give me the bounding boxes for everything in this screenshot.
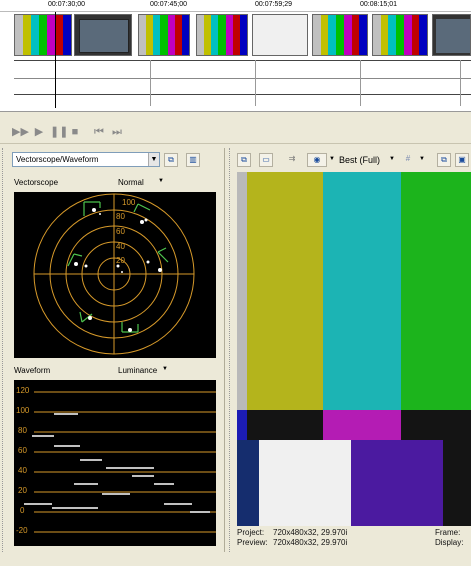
bar-purple [351, 440, 443, 526]
video-clip[interactable] [138, 14, 190, 56]
cursor-line[interactable] [55, 12, 56, 108]
preview-label: Preview: [237, 538, 268, 547]
panel-grip[interactable] [229, 148, 233, 552]
bar-black [401, 410, 471, 440]
marker-line [150, 60, 151, 106]
bar-yellow [247, 172, 323, 410]
bar-black [443, 440, 471, 526]
chevron-down-icon[interactable]: ▼ [158, 178, 164, 184]
bar-navy [237, 440, 259, 526]
waveform-scale-label: 0 [20, 506, 25, 515]
video-clip[interactable] [252, 14, 308, 56]
waveform-scale-label: 100 [16, 406, 30, 415]
ruler-time-label: 00:08:15;01 [360, 1, 397, 8]
chevron-down-icon[interactable]: ▼ [389, 156, 395, 162]
copy-snapshot-icon[interactable]: ⧉ [437, 153, 451, 167]
marker-line [360, 60, 361, 106]
preview-quality[interactable]: Best (Full) [339, 155, 380, 165]
pause-icon[interactable]: ❚❚ [50, 126, 68, 139]
vectorscope-graph [33, 193, 195, 355]
settings-icon[interactable]: ⧉ [164, 153, 178, 167]
waveform-scale-label: 60 [18, 446, 27, 455]
chevron-down-icon[interactable]: ▼ [329, 156, 335, 162]
bar-gray [237, 172, 247, 410]
vectorscope-scale-label: 80 [116, 212, 125, 221]
bar-white [259, 440, 351, 526]
play-from-start-icon[interactable]: ▶▶ [12, 126, 29, 139]
waveform-graph [24, 391, 216, 533]
save-snapshot-icon[interactable]: ▣ [455, 153, 469, 167]
split-screen-icon[interactable]: ⇉ [285, 153, 299, 167]
go-to-start-icon[interactable]: ⏮ [92, 126, 106, 139]
stop-icon[interactable]: ■ [68, 126, 82, 139]
monitor-icon[interactable]: ▭ [259, 153, 273, 167]
chevron-down-icon[interactable]: ▼ [148, 153, 159, 166]
video-clip[interactable] [372, 14, 428, 56]
track-divider [14, 94, 471, 95]
chevron-down-icon[interactable]: ▼ [162, 366, 168, 372]
vectorscope-scale-label: 40 [116, 242, 125, 251]
scope-type-value: Vectorscope/Waveform [16, 155, 99, 164]
ruler-time-label: 00:07:30;00 [48, 1, 85, 8]
overlays-icon[interactable]: ◉ [307, 153, 327, 167]
video-clip[interactable] [432, 14, 471, 56]
waveform-scale-label: -20 [16, 526, 28, 535]
grid-icon[interactable]: # [401, 153, 415, 167]
video-clip[interactable] [312, 14, 368, 56]
go-to-end-icon[interactable]: ⏭ [110, 126, 124, 139]
scope-type-select[interactable]: Vectorscope/Waveform ▼ [12, 152, 160, 167]
waveform-scale-label: 80 [18, 426, 27, 435]
vectorscope-display: 100 80 60 40 20 [14, 192, 216, 358]
chevron-down-icon[interactable]: ▼ [419, 156, 425, 162]
frame-label: Frame: [435, 528, 461, 537]
bar-black [247, 410, 323, 440]
bar-magenta [323, 410, 401, 440]
waveform-scale-label: 40 [18, 466, 27, 475]
vectorscope-scale-label: 20 [116, 256, 125, 265]
vectorscope-scale-label: 60 [116, 227, 125, 236]
bar-blue-small [237, 410, 247, 440]
project-value: 720x480x32, 29.970i [273, 528, 348, 537]
video-clip[interactable] [14, 14, 72, 56]
preview-value: 720x480x32, 29.970i [273, 538, 348, 547]
track-divider [14, 60, 471, 61]
waveform-scale-label: 20 [18, 486, 27, 495]
bar-cyan [323, 172, 401, 410]
play-icon[interactable]: ▶ [32, 126, 46, 139]
panel-divider[interactable] [224, 148, 227, 552]
display-label: Display: [435, 538, 464, 547]
vectorscope-label: Vectorscope [14, 178, 59, 187]
panel-grip[interactable] [2, 148, 6, 552]
transport-bar: ▶▶ ▶ ❚❚ ■ ⏮ ⏭ [0, 122, 471, 144]
waveform-label: Waveform [14, 366, 51, 375]
timeline[interactable]: 00:07:30;00 00:07:45;00 00:07:59;29 00:0… [0, 0, 471, 112]
bar-green [401, 172, 471, 410]
update-scopes-icon[interactable]: ▥ [186, 153, 200, 167]
ruler-time-label: 00:07:59;29 [255, 1, 292, 8]
vectorscope-mode[interactable]: Normal [118, 178, 144, 187]
video-clip[interactable] [196, 14, 248, 56]
video-frame [237, 172, 471, 526]
waveform-display: 120 100 80 60 40 20 0 -20 [14, 380, 216, 546]
marker-line [255, 60, 256, 106]
project-label: Project: [237, 528, 265, 537]
vectorscope-scale-label: 100 [122, 198, 136, 207]
properties-icon[interactable]: ⧉ [237, 153, 251, 167]
video-preview-panel: ⧉ ▭ ⇉ ◉ ▼ Best (Full) ▼ # ▼ ⧉ ▣ Project:… [224, 148, 471, 552]
waveform-mode[interactable]: Luminance [118, 366, 157, 375]
video-clip[interactable] [74, 14, 132, 56]
waveform-scale-label: 120 [16, 386, 30, 395]
video-scopes-panel: Vectorscope/Waveform ▼ ⧉ ▥ Vectorscope N… [2, 148, 222, 552]
track-divider [14, 78, 471, 79]
marker-line [460, 60, 461, 106]
ruler-time-label: 00:07:45;00 [150, 1, 187, 8]
